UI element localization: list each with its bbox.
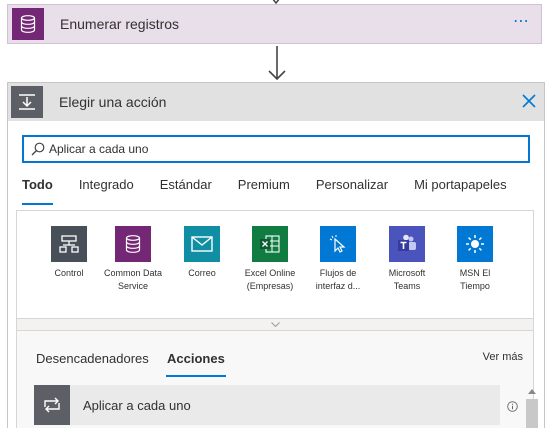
connector-label: Correo xyxy=(188,268,216,278)
search-input[interactable] xyxy=(49,142,509,156)
connector-label: MSN El Tiempo xyxy=(459,268,491,291)
scrollbar-thumb[interactable] xyxy=(526,399,538,428)
info-icon[interactable] xyxy=(507,401,518,412)
chevron-down-icon xyxy=(270,322,280,327)
results-panel: Desencadenadores Acciones Ver más Aplica… xyxy=(16,331,538,428)
connector-flujos-interfaz[interactable]: Flujos de interfaz d... xyxy=(307,226,369,292)
connector-label: Common Data Service xyxy=(103,268,163,291)
connector-label: Control xyxy=(54,268,84,278)
tab-acciones[interactable]: Acciones xyxy=(166,351,226,377)
scroll-up-icon[interactable] xyxy=(527,387,537,395)
tab-premium[interactable]: Premium xyxy=(238,177,290,205)
tab-mi-portapapeles[interactable]: Mi portapapeles xyxy=(414,177,507,205)
excel-icon xyxy=(252,226,288,262)
action-label: Aplicar a cada uno xyxy=(83,397,191,413)
choose-action-title: Elegir una acción xyxy=(59,94,167,110)
loop-icon xyxy=(34,385,70,425)
database-icon xyxy=(115,226,151,262)
tab-desencadenadores[interactable]: Desencadenadores xyxy=(36,351,149,366)
choose-action-panel: Elegir una acción Todo Integrado Estánda… xyxy=(7,82,545,428)
collapse-connectors-button[interactable] xyxy=(16,318,534,331)
download-step-icon xyxy=(11,86,43,118)
teams-icon xyxy=(389,226,425,262)
tab-todo[interactable]: Todo xyxy=(22,177,53,205)
tab-estandar[interactable]: Estándar xyxy=(160,177,212,205)
connector-label: Flujos de interfaz d... xyxy=(315,268,361,291)
mail-icon xyxy=(184,226,220,262)
category-tabs: Todo Integrado Estándar Premium Personal… xyxy=(22,177,533,207)
see-more-link[interactable]: Ver más xyxy=(483,351,523,363)
sun-icon xyxy=(457,226,493,262)
connector-microsoft-teams[interactable]: Microsoft Teams xyxy=(376,226,438,292)
connector-control[interactable]: Control xyxy=(38,226,100,280)
step-card-enumerar-registros[interactable]: Enumerar registros ⋯ xyxy=(7,4,542,44)
connector-label: Microsoft Teams xyxy=(388,268,426,291)
database-icon xyxy=(12,8,44,40)
connector-label: Excel Online (Empresas) xyxy=(244,268,296,291)
action-item-aplicar-a-cada-uno[interactable]: Aplicar a cada uno xyxy=(34,385,500,425)
choose-action-header: Elegir una acción xyxy=(8,83,544,121)
cursor-icon xyxy=(320,226,356,262)
more-options-button[interactable]: ⋯ xyxy=(513,14,531,30)
search-icon xyxy=(31,142,45,156)
connector-common-data-service[interactable]: Common Data Service xyxy=(102,226,164,292)
connector-correo[interactable]: Correo xyxy=(171,226,233,280)
connector-msn-el-tiempo[interactable]: MSN El Tiempo xyxy=(444,226,506,292)
tab-personalizar[interactable]: Personalizar xyxy=(316,177,388,205)
step-title: Enumerar registros xyxy=(60,16,180,32)
control-icon xyxy=(51,226,87,262)
arrow-down-icon xyxy=(268,46,286,81)
connector-excel-online[interactable]: Excel Online (Empresas) xyxy=(239,226,301,292)
tab-integrado[interactable]: Integrado xyxy=(79,177,134,205)
close-icon[interactable] xyxy=(522,94,536,108)
connector-grid: Control Common Data Service Correo Excel… xyxy=(16,210,534,318)
search-box xyxy=(22,135,530,163)
